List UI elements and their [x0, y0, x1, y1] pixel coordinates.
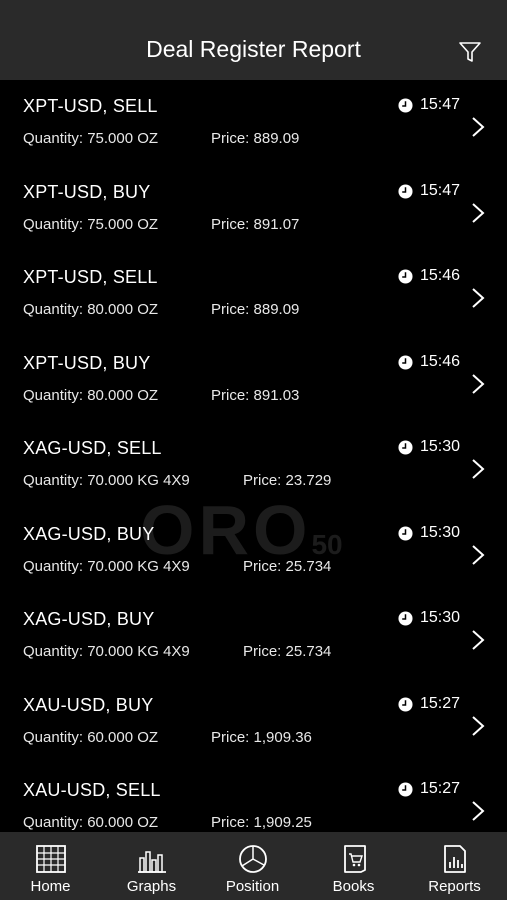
tab-home[interactable]: Home [0, 832, 101, 900]
deal-row[interactable]: XAG-USD, BUY 15:30 Quantity: 70.000 KG 4X9… [0, 508, 507, 594]
deal-symbol: XAG-USD, SELL [23, 438, 162, 458]
deal-price: Price: 23.729 [243, 472, 332, 489]
report-document-icon [444, 845, 466, 873]
deal-price: Price: 25.734 [243, 557, 332, 575]
deal-time: 15:46 [420, 267, 461, 284]
deal-symbol: XPT-USD, BUY [23, 181, 151, 202]
clock-icon [398, 782, 413, 797]
deal-row[interactable]: XPT-USD, SELL 15:47 Quantity: 75.000 OZ Pri… [0, 80, 507, 166]
deal-price: Price: 1,909.25 [211, 814, 312, 831]
cart-book-icon [344, 845, 366, 873]
deal-price: Price: 889.09 [211, 130, 300, 147]
chevron-right-icon[interactable] [471, 544, 485, 566]
clock-icon [398, 440, 413, 455]
tab-label: Reports [428, 878, 481, 895]
deal-symbol: XPT-USD, SELL [23, 96, 158, 116]
deal-row[interactable]: XAU-USD, SELL 15:27 Quantity: 60.000 OZ Pri… [0, 764, 507, 832]
deal-time: 15:47 [420, 96, 461, 113]
clock-icon [398, 525, 413, 541]
tab-reports[interactable]: Reports [404, 832, 505, 900]
deal-row[interactable]: XPT-USD, SELL 15:46 Quantity: 80.000 OZ Pri… [0, 251, 507, 337]
deal-list[interactable]: ORO50 XPT-USD, SELL 15:47 Quantity: 75.000… [0, 80, 507, 832]
deal-row[interactable]: XAG-USD, SELL 15:30 Quantity: 70.000 KG 4X… [0, 422, 507, 508]
deal-price: Price: 889.09 [211, 301, 300, 318]
deal-time: 15:30 [420, 438, 461, 455]
deal-symbol: XAU-USD, BUY [23, 694, 154, 715]
chevron-right-icon[interactable] [471, 287, 485, 309]
deal-time: 15:30 [420, 523, 461, 541]
deal-row[interactable]: XAG-USD, BUY 15:30 Quantity: 70.000 KG 4X9… [0, 593, 507, 679]
clock-icon [398, 183, 413, 199]
deal-price: Price: 891.07 [211, 215, 300, 233]
deal-quantity: Quantity: 80.000 OZ [23, 301, 159, 318]
deal-price: Price: 1,909.36 [211, 728, 312, 746]
chevron-right-icon[interactable] [471, 373, 485, 395]
deal-row[interactable]: XPT-USD, BUY 15:47 Quantity: 75.000 OZ Pric… [0, 166, 507, 252]
bar-graph-icon [138, 851, 166, 873]
deal-symbol: XAU-USD, SELL [23, 780, 161, 800]
deal-time: 15:46 [420, 352, 461, 370]
clock-icon [398, 696, 413, 712]
deal-row[interactable]: XAU-USD, BUY 15:27 Quantity: 60.000 OZ Pric… [0, 679, 507, 765]
chevron-right-icon[interactable] [471, 800, 485, 822]
deal-quantity: Quantity: 60.000 OZ [23, 728, 159, 746]
deal-time: 15:30 [420, 609, 461, 626]
tab-graphs[interactable]: Graphs [101, 832, 202, 900]
clock-icon [398, 611, 413, 626]
deal-price: Price: 25.734 [243, 643, 332, 660]
tab-label: Books [332, 878, 375, 895]
clock-icon [398, 269, 413, 284]
clock-icon [398, 98, 413, 113]
deal-price: Price: 891.03 [211, 386, 300, 404]
chevron-right-icon[interactable] [471, 458, 485, 480]
deal-quantity: Quantity: 60.000 OZ [23, 814, 159, 831]
filter-icon[interactable] [458, 40, 482, 64]
deal-time: 15:27 [420, 780, 461, 797]
pie-chart-icon [239, 845, 267, 873]
chevron-right-icon[interactable] [471, 715, 485, 737]
deal-row[interactable]: XPT-USD, BUY 15:46 Quantity: 80.000 OZ Pric… [0, 337, 507, 423]
bottom-tab-bar: Home Graphs Position Books Reports [0, 832, 507, 900]
deal-symbol: XPT-USD, BUY [23, 352, 151, 373]
deal-time: 15:47 [420, 181, 461, 199]
deal-quantity: Quantity: 75.000 OZ [23, 215, 159, 233]
tab-position[interactable]: Position [202, 832, 303, 900]
tab-label: Home [30, 878, 71, 895]
home-grid-icon [36, 845, 66, 873]
deal-quantity: Quantity: 70.000 KG 4X9 [23, 472, 190, 489]
tab-label: Graphs [126, 878, 177, 895]
chevron-right-icon[interactable] [471, 116, 485, 138]
deal-symbol: XAG-USD, BUY [23, 609, 155, 629]
page-title: Deal Register Report [146, 36, 361, 62]
tab-label: Position [225, 878, 280, 895]
deal-time: 15:27 [420, 694, 461, 712]
tab-books[interactable]: Books [303, 832, 404, 900]
deal-quantity: Quantity: 75.000 OZ [23, 130, 159, 147]
clock-icon [398, 354, 413, 370]
deal-symbol: XPT-USD, SELL [23, 267, 158, 287]
deal-symbol: XAG-USD, BUY [23, 523, 155, 544]
deal-quantity: Quantity: 70.000 KG 4X9 [23, 643, 190, 660]
top-bar: Deal Register Report [0, 0, 507, 80]
deal-quantity: Quantity: 80.000 OZ [23, 386, 159, 404]
deal-quantity: Quantity: 70.000 KG 4X9 [23, 557, 190, 575]
chevron-right-icon[interactable] [471, 202, 485, 224]
chevron-right-icon[interactable] [471, 629, 485, 651]
